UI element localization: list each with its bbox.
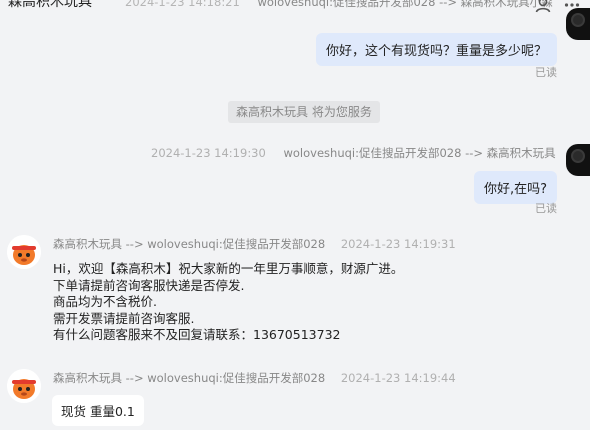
- message-bubble-outgoing[interactable]: 你好，这个有现货吗？重量是多少呢？: [315, 33, 557, 66]
- message-timestamp: 2024-1-23 14:19:30: [151, 146, 266, 160]
- message-route: 森高积木玩具 --> woloveshuqi:促佳搜品开发部028: [53, 371, 326, 385]
- message-line: Hi，欢迎【森高积木】祝大家新的一年里万事顺意，财源广进。: [53, 261, 404, 276]
- shop-avatar[interactable]: [7, 235, 41, 269]
- message-text-incoming[interactable]: Hi，欢迎【森高积木】祝大家新的一年里万事顺意，财源广进。 下单请提前咨询客服快…: [53, 261, 403, 344]
- shop-title: 森高积木玩具: [8, 0, 92, 10]
- message-meta: 2024-1-23 14:19:30 woloveshuqi:促佳搜品开发部02…: [151, 145, 556, 161]
- mascot-icon: [7, 369, 41, 403]
- message-bubble-incoming[interactable]: 现货 重量0.1: [52, 395, 144, 426]
- message-timestamp: 2024-1-23 14:19:31: [340, 237, 456, 251]
- message-line: 有什么问题客服来不及回复请联系：13670513732: [53, 327, 341, 343]
- message-route: 森高积木玩具 --> woloveshuqi:促佳搜品开发部028: [53, 237, 326, 251]
- system-notice: 森高积木玩具 将为您服务: [228, 101, 380, 123]
- shop-avatar[interactable]: [7, 369, 41, 403]
- message-line: 下单请提前咨询客服快递是否停发.: [53, 277, 245, 293]
- chat-header: 森高积木玩具 2024-1-23 14:18:21 woloveshuqi:促佳…: [0, 0, 590, 22]
- header-route: woloveshuqi:促佳搜品开发部028 --> 森高积木玩具小森: [257, 0, 553, 9]
- message-route: woloveshuqi:促佳搜品开发部028 --> 森高积木玩具: [283, 146, 556, 160]
- read-status: 已读: [535, 202, 557, 215]
- user-avatar: [566, 144, 590, 176]
- user-avatar: [566, 8, 590, 40]
- read-status: 已读: [535, 66, 557, 79]
- message-line: 商品均为不含税价.: [53, 294, 157, 310]
- message-meta: 森高积木玩具 --> woloveshuqi:促佳搜品开发部028 2024-1…: [53, 236, 456, 252]
- header-timestamp: 2024-1-23 14:18:21: [125, 0, 240, 9]
- message-line: 需开发票请提前咨询客服.: [53, 310, 195, 326]
- message-meta: 森高积木玩具 --> woloveshuqi:促佳搜品开发部028 2024-1…: [53, 370, 456, 386]
- message-timestamp: 2024-1-23 14:19:44: [340, 371, 456, 385]
- mascot-icon: [7, 235, 41, 269]
- user-icon[interactable]: [535, 0, 551, 13]
- header-meta: 2024-1-23 14:18:21 woloveshuqi:促佳搜品开发部02…: [125, 0, 553, 10]
